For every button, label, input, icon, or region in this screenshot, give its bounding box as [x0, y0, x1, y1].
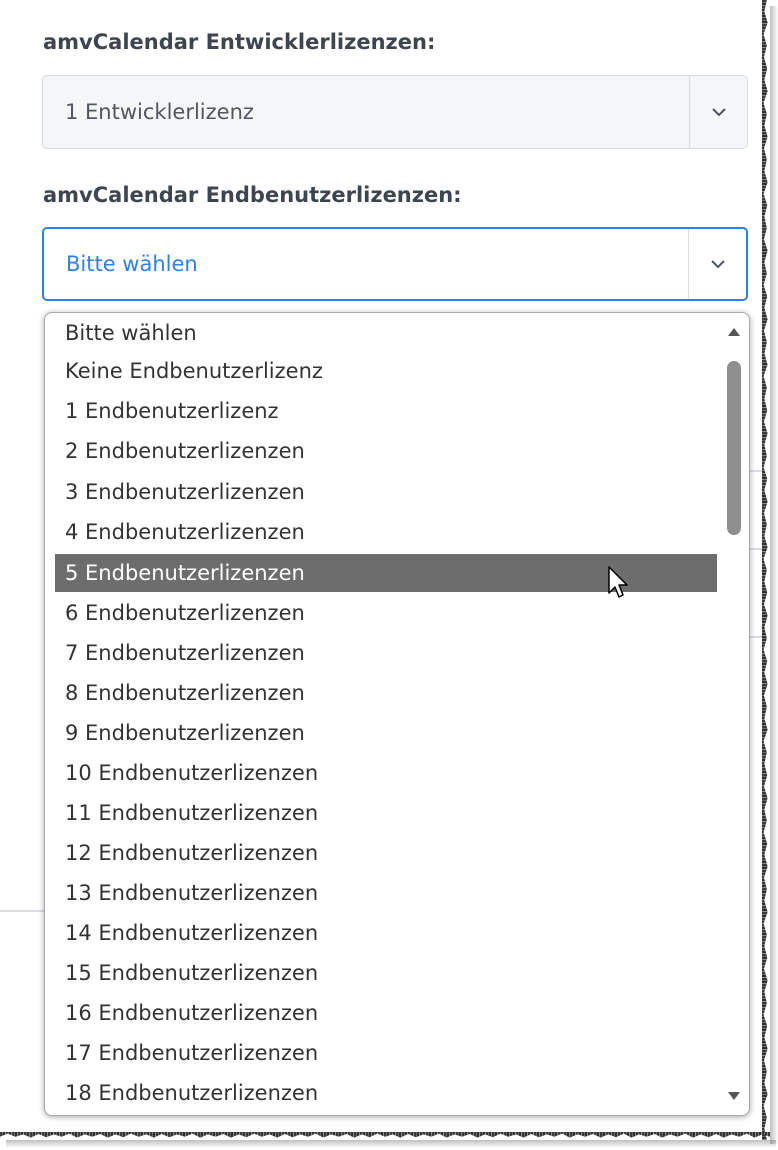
- dropdown-scrollbar[interactable]: [723, 321, 745, 1107]
- shadow-bottom: [6, 1140, 776, 1148]
- dropdown-option[interactable]: 14 Endbenutzerlizenzen: [55, 914, 717, 952]
- background-divider: [0, 910, 44, 912]
- dropdown-option[interactable]: Keine Endbenutzerlizenz: [55, 352, 717, 390]
- torn-edge-right: [762, 0, 768, 1140]
- enduser-license-label: amvCalendar Endbenutzerlizenzen:: [43, 183, 462, 207]
- page: amvCalendar Entwicklerlizenzen: 1 Entwic…: [0, 0, 766, 1136]
- mouse-pointer-icon: [608, 566, 628, 598]
- dropdown-option[interactable]: 15 Endbenutzerlizenzen: [55, 954, 717, 992]
- scrollbar-thumb[interactable]: [727, 361, 741, 535]
- developer-license-toggle[interactable]: [689, 76, 747, 148]
- dropdown-option[interactable]: 16 Endbenutzerlizenzen: [55, 994, 717, 1032]
- enduser-license-value: Bitte wählen: [66, 252, 198, 276]
- enduser-license-dropdown-list[interactable]: Bitte wählen Keine Endbenutzerlizenz 1 E…: [44, 312, 750, 1116]
- dropdown-option[interactable]: 17 Endbenutzerlizenzen: [55, 1034, 717, 1072]
- dropdown-option[interactable]: 10 Endbenutzerlizenzen: [55, 754, 717, 792]
- dropdown-option[interactable]: 2 Endbenutzerlizenzen: [55, 432, 717, 470]
- chevron-down-icon: [711, 108, 726, 117]
- dropdown-option[interactable]: 18 Endbenutzerlizenzen: [55, 1074, 717, 1112]
- torn-edge-bottom: [0, 1132, 770, 1138]
- dropdown-option[interactable]: 7 Endbenutzerlizenzen: [55, 634, 717, 672]
- dropdown-option[interactable]: 3 Endbenutzerlizenzen: [55, 473, 717, 511]
- shadow-right: [770, 6, 778, 1144]
- dropdown-option[interactable]: 12 Endbenutzerlizenzen: [55, 834, 717, 872]
- developer-license-label: amvCalendar Entwicklerlizenzen:: [43, 30, 436, 54]
- dropdown-option[interactable]: Bitte wählen: [55, 314, 717, 352]
- dropdown-option[interactable]: 9 Endbenutzerlizenzen: [55, 714, 717, 752]
- dropdown-option[interactable]: 13 Endbenutzerlizenzen: [55, 874, 717, 912]
- dropdown-option[interactable]: 1 Endbenutzerlizenz: [55, 392, 717, 430]
- triangle-down-icon[interactable]: [726, 1089, 742, 1103]
- triangle-up-icon[interactable]: [726, 325, 742, 339]
- enduser-license-select[interactable]: Bitte wählen: [42, 227, 748, 301]
- chevron-down-icon: [710, 260, 725, 269]
- dropdown-option[interactable]: 8 Endbenutzerlizenzen: [55, 674, 717, 712]
- enduser-license-toggle[interactable]: [688, 229, 746, 299]
- developer-license-value: 1 Entwicklerlizenz: [65, 100, 254, 124]
- dropdown-option[interactable]: 11 Endbenutzerlizenzen: [55, 794, 717, 832]
- dropdown-option[interactable]: 4 Endbenutzerlizenzen: [55, 513, 717, 551]
- developer-license-select[interactable]: 1 Entwicklerlizenz: [42, 75, 748, 149]
